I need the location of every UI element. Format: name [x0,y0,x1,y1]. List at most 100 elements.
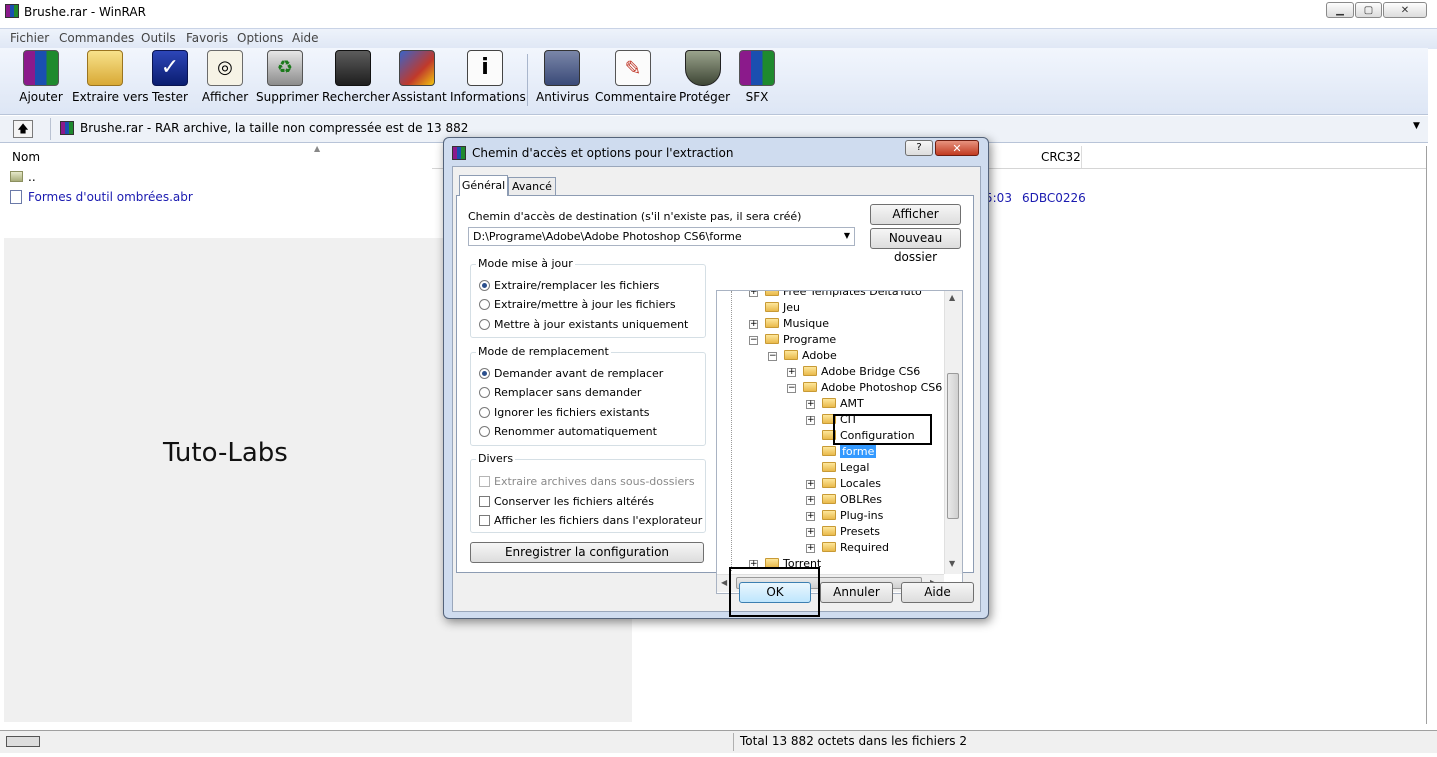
expand-icon[interactable]: + [806,544,815,553]
checkbox[interactable] [479,515,490,526]
save-config-button[interactable]: Enregistrer la configuration [470,542,704,563]
tree-item[interactable]: Presets [822,524,880,540]
tree-item[interactable]: Legal [822,460,869,476]
tree-item[interactable]: Adobe [784,348,837,364]
expand-icon[interactable]: + [806,512,815,521]
update-option[interactable]: Extraire/mettre à jour les fichiers [479,298,676,311]
expand-icon[interactable]: + [806,528,815,537]
tree-item[interactable]: AMT [822,396,864,412]
show-button[interactable]: Afficher [870,204,961,225]
tree-item[interactable]: Free Templates DeltaTuto [765,291,922,300]
expand-icon[interactable]: + [749,291,758,297]
radio-selected[interactable] [479,368,490,379]
delete-button[interactable]: ♻ Supprimer [256,50,319,104]
antivirus-button[interactable]: Antivirus [536,50,589,104]
view-button[interactable]: ◎ Afficher [201,50,249,104]
extraction-dialog: Chemin d'accès et options pour l'extract… [443,137,989,619]
comment-button[interactable]: ✎ Commentaire [595,50,677,104]
maximize-button[interactable]: ▢ [1355,2,1382,18]
radio[interactable] [479,387,490,398]
scroll-left-icon[interactable]: ◀ [721,578,727,587]
scroll-down-icon[interactable]: ▼ [949,559,955,568]
add-button[interactable]: Ajouter [18,50,64,104]
tab-advanced[interactable]: Avancé [508,177,556,196]
menu-outils[interactable]: Outils [141,31,176,45]
up-folder-button[interactable]: 🡅 [13,120,33,138]
tree-item-label: Presets [840,525,881,538]
table-row[interactable]: .. [4,168,432,186]
radio[interactable] [479,299,490,310]
tree-vertical-scrollbar[interactable]: ▲ ▼ [944,291,962,574]
misc-option[interactable]: Afficher les fichiers dans l'explorateur [479,514,702,527]
tree-item[interactable]: Required [822,540,889,556]
menu-favoris[interactable]: Favoris [186,31,228,45]
radio-selected[interactable] [479,280,490,291]
tree-item[interactable]: OBLRes [822,492,882,508]
menu-fichier[interactable]: Fichier [10,31,49,45]
tree-item[interactable]: Locales [822,476,881,492]
folder-icon [765,334,779,344]
radio[interactable] [479,319,490,330]
wizard-button[interactable]: Assistant [392,50,447,104]
replace-option[interactable]: Demander avant de remplacer [479,367,663,380]
expand-icon[interactable]: + [749,320,758,329]
tree-item[interactable]: forme [822,444,877,460]
tree-item[interactable]: Adobe Photoshop CS6 [803,380,942,396]
collapse-icon[interactable]: − [768,352,777,361]
folder-icon [784,350,798,360]
menu-options[interactable]: Options [237,31,283,45]
chevron-down-icon[interactable]: ▼ [1413,121,1420,131]
help-button[interactable]: ? [905,140,933,156]
tree-item[interactable]: Musique [765,316,829,332]
tab-general[interactable]: Général [459,175,508,196]
close-button[interactable]: ✕ [935,140,979,156]
tree-item[interactable]: Plug-ins [822,508,883,524]
table-row[interactable]: Formes d'outil ombrées.abr [4,188,432,206]
column-divider [1081,146,1082,168]
address-text[interactable]: Brushe.rar - RAR archive, la taille non … [80,121,468,135]
radio[interactable] [479,407,490,418]
minimize-button[interactable]: ▁ [1326,2,1354,18]
scroll-thumb[interactable] [947,373,959,519]
info-button[interactable]: i Informations [450,50,526,104]
collapse-icon[interactable]: − [749,336,758,345]
cancel-button[interactable]: Annuler [820,582,893,603]
new-folder-button[interactable]: Nouveau dossier [870,228,961,264]
checkbox[interactable] [479,496,490,507]
chevron-down-icon: ▼ [843,231,850,240]
menu-aide[interactable]: Aide [292,31,319,45]
menu-commandes[interactable]: Commandes [59,31,134,45]
tree-item[interactable]: Programe [765,332,836,348]
scroll-up-icon[interactable]: ▲ [949,293,955,302]
test-button[interactable]: ✓ Tester [148,50,192,104]
tree-item[interactable]: Adobe Bridge CS6 [803,364,920,380]
extract-to-button[interactable]: Extraire vers [72,50,149,104]
expand-icon[interactable]: + [806,496,815,505]
folder-icon [822,542,836,552]
radio[interactable] [479,426,490,437]
protect-button[interactable]: Protéger [679,50,730,104]
expand-icon[interactable]: + [787,368,796,377]
expand-icon[interactable]: + [806,400,815,409]
destination-combo[interactable]: D:\Programe\Adobe\Adobe Photoshop CS6\fo… [468,227,855,246]
expand-icon[interactable]: + [806,480,815,489]
tree-item[interactable]: Jeu [765,300,800,316]
antivirus-icon [544,50,580,86]
replace-option[interactable]: Remplacer sans demander [479,386,641,399]
column-name[interactable]: Nom [12,150,40,164]
update-mode-title: Mode mise à jour [476,257,575,270]
search-button[interactable]: Rechercher [322,50,390,104]
collapse-icon[interactable]: − [787,384,796,393]
expand-icon[interactable]: + [806,416,815,425]
update-option[interactable]: Mettre à jour existants uniquement [479,318,688,331]
column-crc[interactable]: CRC32 [1041,150,1081,164]
replace-option[interactable]: Ignorer les fichiers existants [479,406,650,419]
update-option[interactable]: Extraire/remplacer les fichiers [479,279,659,292]
view-book-icon: ◎ [207,50,243,86]
misc-option[interactable]: Conserver les fichiers altérés [479,495,654,508]
help-bottom-button[interactable]: Aide [901,582,974,603]
replace-option[interactable]: Renommer automatiquement [479,425,657,438]
close-button[interactable]: ✕ [1383,2,1427,18]
replace-mode-group: Mode de remplacement Demander avant de r… [470,345,706,446]
sfx-button[interactable]: SFX [737,50,777,104]
